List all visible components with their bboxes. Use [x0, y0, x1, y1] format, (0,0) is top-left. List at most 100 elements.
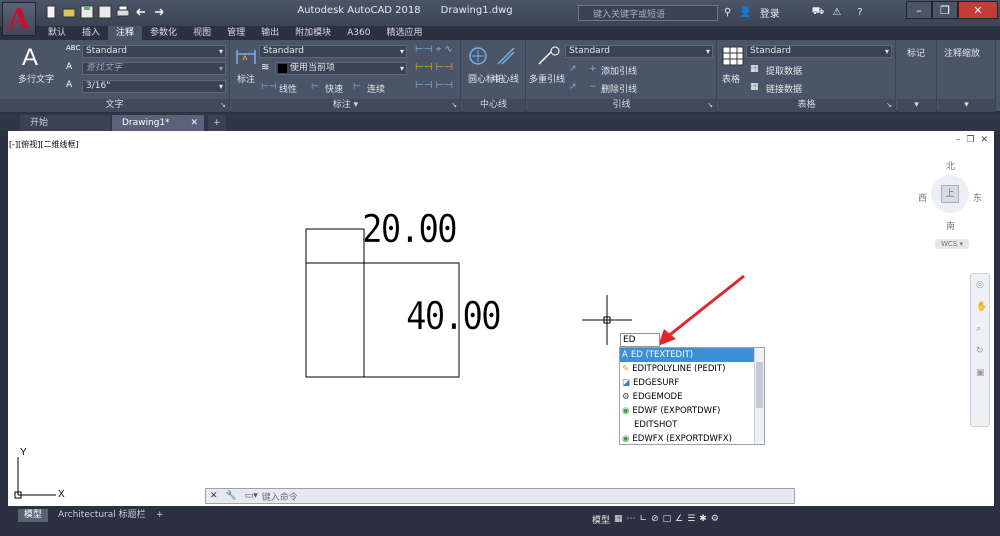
add-leader-button[interactable]: 添加引线	[601, 64, 637, 77]
center-mark-icon[interactable]	[468, 46, 488, 69]
table-icon[interactable]	[722, 46, 744, 69]
workspace-icon[interactable]: ⚙	[711, 514, 719, 524]
search-input[interactable]: 键入关键字或短语	[578, 5, 718, 21]
open-icon[interactable]	[62, 5, 76, 19]
align-leader-icon[interactable]: ↗	[569, 82, 577, 92]
exchange-icon[interactable]: ⚠	[832, 7, 841, 18]
annotation-scale-footer[interactable]: ▾	[938, 99, 995, 112]
autocomplete-item[interactable]: ◉ EDWFX (EXPORTDWFX)	[620, 432, 764, 446]
table-button[interactable]: 表格	[722, 72, 740, 85]
autocomplete-item[interactable]: ✎ EDITPOLYLINE (PEDIT)	[620, 362, 764, 376]
wrench-icon[interactable]: 🔧	[222, 491, 241, 501]
command-prompt-icon[interactable]: ▭▾	[241, 491, 262, 501]
tab-annotate[interactable]: 注释	[108, 26, 143, 40]
autocomplete-item[interactable]: ◉ EDWF (EXPORTDWF)	[620, 404, 764, 418]
autocomplete-item[interactable]: EDITSHOT	[620, 418, 764, 432]
print-icon[interactable]	[116, 5, 130, 19]
annotation-icon[interactable]: ✱	[699, 514, 707, 524]
orbit-icon[interactable]: ↻	[976, 346, 984, 356]
multiline-text-icon[interactable]: A	[22, 44, 38, 72]
tab-a360[interactable]: A360	[339, 26, 378, 40]
extract-data-button[interactable]: 提取数据	[766, 64, 802, 77]
text-style-select[interactable]: Standard	[82, 45, 226, 58]
continue-dim-icon[interactable]: ⊢	[353, 82, 361, 92]
dim-tools-icon[interactable]: ⊢⊣ ⌖ ∿	[415, 44, 453, 55]
continue-dim-button[interactable]: 连续	[367, 82, 385, 95]
close-icon[interactable]: ✕	[190, 115, 198, 131]
extract-data-icon[interactable]: ▦	[750, 64, 759, 74]
link-data-button[interactable]: 链接数据	[766, 82, 802, 95]
text-height-select[interactable]: 3/16"	[82, 80, 226, 93]
new-icon[interactable]	[44, 5, 58, 19]
dialog-launcher-icon[interactable]: ↘	[220, 99, 226, 112]
table-style-select[interactable]: Standard	[746, 45, 892, 58]
markup-panel-footer[interactable]: ▾	[897, 99, 936, 112]
lineweight-icon[interactable]: ☰	[687, 514, 695, 524]
cart-icon[interactable]: ⛟	[812, 6, 825, 19]
steering-wheel-icon[interactable]: ◎	[976, 280, 984, 290]
tab-layout[interactable]: Architectural 标题栏	[52, 509, 152, 522]
autocomplete-item[interactable]: ◪ EDGESURF	[620, 376, 764, 390]
tab-parametric[interactable]: 参数化	[142, 26, 185, 40]
wcs-menu[interactable]: WCS ▾	[935, 239, 969, 249]
snap-icon[interactable]: ⋯	[627, 514, 636, 524]
ortho-icon[interactable]: ∟	[640, 514, 648, 524]
dim-adjust-icon[interactable]: ⊢⊣ ⊢⊣	[415, 80, 453, 91]
command-input[interactable]: 键入命令	[262, 490, 298, 503]
tab-insert[interactable]: 插入	[74, 26, 108, 40]
viewcube-south[interactable]: 南	[946, 219, 955, 232]
showmotion-icon[interactable]: ▣	[976, 368, 985, 378]
saveas-icon[interactable]	[98, 5, 112, 19]
table-panel-footer[interactable]: 表格 ↘	[718, 99, 895, 112]
linear-button[interactable]: 线性	[279, 82, 297, 95]
text-panel-footer[interactable]: 文字 ↘	[0, 99, 229, 112]
dimension-panel-footer[interactable]: 标注 ▾ ↘	[231, 99, 460, 112]
drawing-canvas[interactable]: [-][俯视][二维线框] – ❐ ✕ Y X 20.00 40.00 北 西 …	[8, 131, 994, 506]
link-data-icon[interactable]: ▦	[750, 82, 759, 92]
viewcube-north[interactable]: 北	[946, 159, 955, 172]
dialog-launcher-icon[interactable]: ↘	[707, 99, 713, 112]
tab-addins[interactable]: 附加模块	[287, 26, 339, 40]
tab-start[interactable]: 开始	[20, 115, 110, 131]
dimension-icon[interactable]	[235, 46, 257, 69]
scrollbar[interactable]	[754, 348, 764, 444]
viewcube-east[interactable]: 东	[973, 191, 982, 204]
new-tab-button[interactable]: +	[208, 115, 226, 131]
remove-leader-button[interactable]: 删除引线	[601, 82, 637, 95]
tab-featured-apps[interactable]: 精选应用	[378, 26, 430, 40]
add-layout-button[interactable]: +	[150, 509, 170, 522]
dim-style-select[interactable]: Standard	[259, 45, 407, 58]
dim-edit-icon[interactable]: ⊢⊣ ⊢⊣	[415, 62, 453, 73]
application-menu-button[interactable]: A	[2, 2, 36, 36]
tab-model[interactable]: 模型	[18, 509, 49, 522]
linear-icon[interactable]: ⊢⊣	[261, 82, 277, 92]
grid-icon[interactable]: ▦	[614, 514, 623, 524]
multiline-text-button[interactable]: 多行文字	[18, 72, 54, 85]
dialog-launcher-icon[interactable]: ↘	[886, 99, 892, 112]
help-icon[interactable]: ?	[857, 7, 862, 18]
multileader-icon[interactable]	[537, 46, 561, 69]
polar-icon[interactable]: ⊘	[651, 514, 659, 524]
tab-manage[interactable]: 管理	[219, 26, 253, 40]
dynamic-input[interactable]: ED	[620, 333, 660, 347]
dimension-button[interactable]: 标注	[237, 72, 255, 85]
spell-check-icon[interactable]: ABC	[66, 44, 80, 52]
restore-button[interactable]: ❐	[932, 1, 958, 19]
viewcube[interactable]: 北 西 东 南 上 WCS ▾	[913, 153, 983, 253]
multileader-button[interactable]: 多重引线	[529, 72, 565, 85]
leader-panel-footer[interactable]: 引线 ↘	[527, 99, 716, 112]
redo-icon[interactable]	[152, 5, 166, 19]
centerline-button[interactable]: 中心线	[492, 72, 519, 85]
text-height-icon[interactable]: A	[66, 62, 72, 72]
quick-dim-button[interactable]: 快速	[325, 82, 343, 95]
close-button[interactable]: ✕	[958, 1, 998, 19]
save-icon[interactable]	[80, 5, 94, 19]
text-style-icon[interactable]: A	[66, 80, 72, 90]
user-icon[interactable]: 👤	[739, 7, 751, 18]
zoom-icon[interactable]: ⌕	[976, 324, 981, 334]
layer-icon[interactable]: ≋	[261, 62, 269, 73]
viewcube-top-face[interactable]: 上	[941, 185, 959, 203]
centerline-icon[interactable]	[496, 46, 516, 69]
tab-output[interactable]: 输出	[253, 26, 287, 40]
leader-style-select[interactable]: Standard	[565, 45, 713, 58]
